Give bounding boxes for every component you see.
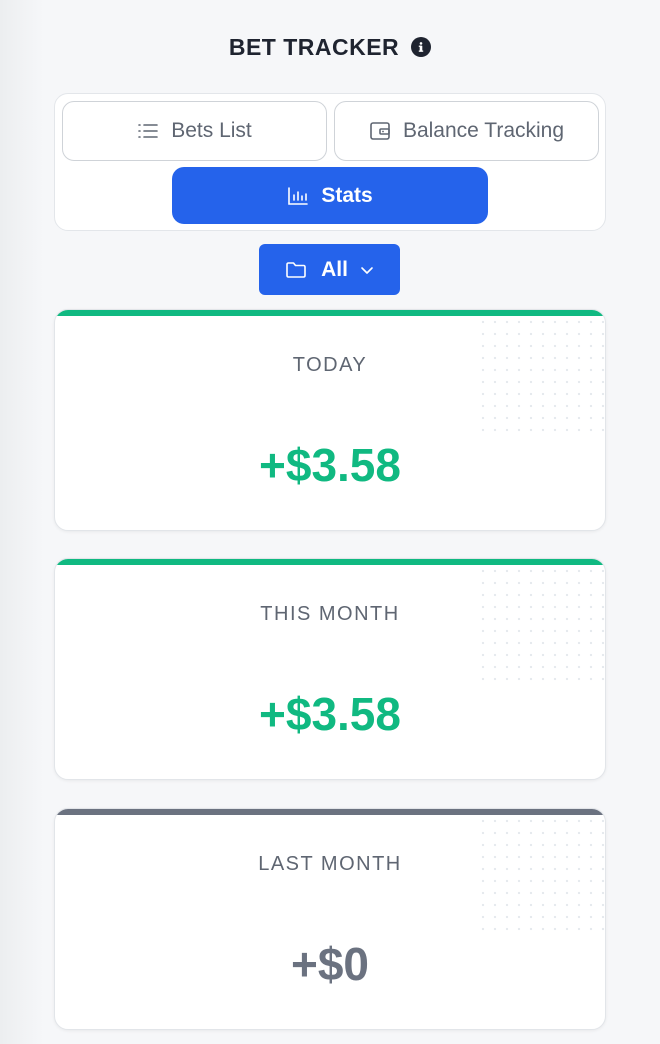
stat-card-today: TODAY +$3.58	[54, 309, 606, 531]
list-icon	[137, 122, 159, 140]
bets-list-button[interactable]: Bets List	[62, 101, 327, 161]
stat-label: THIS MONTH	[260, 603, 400, 625]
stat-card-last-month: LAST MONTH +$0	[54, 808, 606, 1030]
balance-tracking-label: Balance Tracking	[402, 119, 565, 142]
folder-filter-dropdown[interactable]: All	[259, 244, 400, 295]
stat-value: +$0	[290, 938, 370, 990]
stat-label: LAST MONTH	[258, 853, 402, 875]
chevron-down-icon	[360, 265, 374, 275]
bets-list-label: Bets List	[171, 119, 252, 142]
stat-value: +$3.58	[259, 688, 401, 740]
stat-label: TODAY	[292, 354, 368, 376]
header: BET TRACKER	[54, 0, 606, 96]
page-left-shade	[0, 0, 44, 1044]
bar-chart-icon	[287, 186, 309, 206]
filter-label: All	[321, 257, 348, 281]
view-switcher: Bets List Balance Tracking Stats	[54, 93, 606, 231]
wallet-icon	[369, 121, 391, 141]
stats-label: Stats	[321, 183, 373, 207]
stat-value: +$3.58	[259, 439, 401, 491]
stat-card-this-month: THIS MONTH +$3.58	[54, 558, 606, 780]
page-title: BET TRACKER	[228, 33, 400, 60]
folder-icon	[285, 261, 307, 279]
balance-tracking-button[interactable]: Balance Tracking	[334, 101, 599, 161]
bet-tracker-app: BET TRACKER Bets List Balance Tracking S…	[54, 0, 606, 1030]
stats-button[interactable]: Stats	[172, 167, 488, 224]
info-icon[interactable]	[411, 37, 432, 57]
